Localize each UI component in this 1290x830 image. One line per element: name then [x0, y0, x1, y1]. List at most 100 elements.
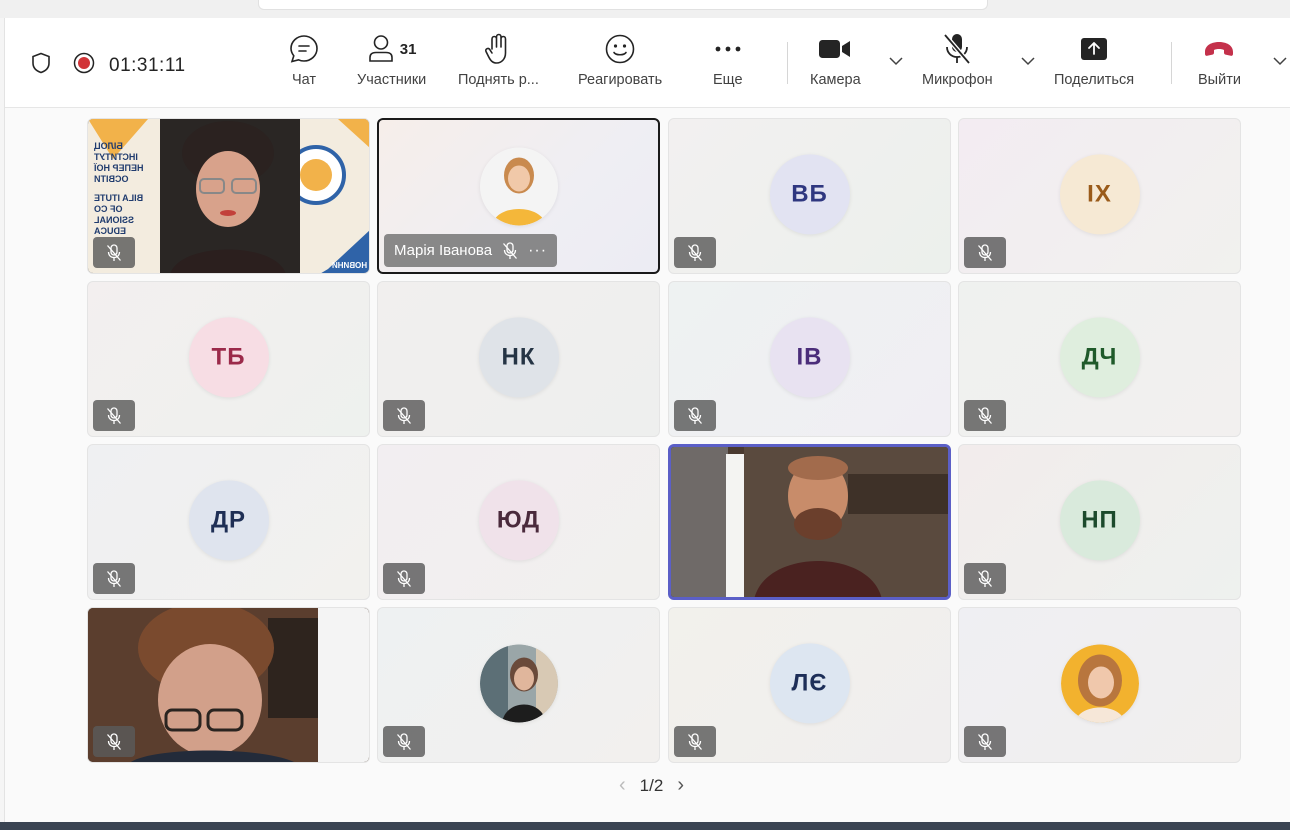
microphone-off-icon: [107, 569, 121, 587]
participant-name: Марія Іванова: [394, 242, 493, 259]
muted-indicator: [383, 400, 425, 431]
muted-indicator: [383, 726, 425, 757]
microphone-off-icon: [943, 33, 972, 65]
banner-text-left: БІЛОЦ ІНСТИТУТ НЕПЕР НОЇ ОСВІТИ BILA ITU…: [94, 141, 164, 237]
participant-avatar-initials: ВБ: [769, 154, 850, 235]
participant-avatar-initials: ЛЄ: [769, 643, 850, 724]
muted-indicator: [674, 726, 716, 757]
muted-indicator: [383, 563, 425, 594]
participant-avatar-initials: НП: [1059, 480, 1140, 561]
more-options-icon[interactable]: ···: [528, 242, 547, 260]
react-button[interactable]: Реагировать: [578, 32, 662, 88]
microphone-button[interactable]: Микрофон: [922, 32, 993, 88]
share-button[interactable]: Поделиться: [1054, 32, 1134, 88]
microphone-off-icon: [107, 243, 121, 261]
emoji-icon: [605, 34, 635, 64]
participant-avatar-initials: ДР: [188, 480, 269, 561]
banner-line-5: EDUCA: [94, 226, 127, 236]
participant-avatar-photo: [479, 644, 558, 723]
muted-indicator: [93, 400, 135, 431]
microphone-off-icon: [397, 406, 411, 424]
chevron-left-icon[interactable]: ‹: [619, 774, 626, 797]
more-button[interactable]: Еще: [713, 32, 743, 88]
camera-button[interactable]: Камера: [810, 32, 861, 88]
participant-avatar-initials: ТБ: [188, 317, 269, 398]
meeting-timer: 01:31:11: [109, 54, 186, 76]
camera-options-chevron-icon[interactable]: [889, 56, 903, 66]
chat-button[interactable]: Чат: [288, 32, 320, 88]
shield-icon[interactable]: [31, 52, 51, 79]
camera-icon: [819, 40, 851, 58]
meeting-toolbar: 01:31:11 Чат 31 Участники Поднять р... Р…: [5, 18, 1290, 108]
leave-label: Выйти: [1198, 72, 1241, 88]
video-tile-9[interactable]: ДР: [87, 444, 370, 600]
chevron-right-icon[interactable]: ›: [677, 774, 684, 797]
video-tile-3[interactable]: ВБ: [668, 118, 951, 274]
microphone-off-icon: [978, 732, 992, 750]
page-indicator: 1/2: [639, 775, 664, 795]
participant-name-bar: Марія Іванова ···: [384, 234, 558, 267]
video-tile-6[interactable]: НК: [377, 281, 660, 437]
hang-up-icon: [1205, 42, 1234, 56]
react-label: Реагировать: [578, 72, 663, 88]
video-tile-5[interactable]: ТБ: [87, 281, 370, 437]
video-tile-11[interactable]: [668, 444, 951, 600]
raise-hand-button[interactable]: Поднять р...: [458, 32, 539, 88]
meeting-window: 01:31:11 Чат 31 Участники Поднять р... Р…: [4, 18, 1290, 824]
video-tile-12[interactable]: НП: [958, 444, 1241, 600]
video-tile-1[interactable]: БІЛОЦ ІНСТИТУТ НЕПЕР НОЇ ОСВІТИ BILA ITU…: [87, 118, 370, 274]
video-tile-16[interactable]: [958, 607, 1241, 763]
video-tile-13[interactable]: [87, 607, 370, 763]
muted-indicator: [964, 237, 1006, 268]
participant-avatar-photo: [1060, 644, 1139, 723]
muted-indicator: [964, 400, 1006, 431]
participant-video: [671, 447, 948, 597]
microphone-off-icon: [688, 243, 702, 261]
banner-line-2: НЕПЕР НОЇ ОСВІТИ: [94, 163, 144, 184]
leave-button[interactable]: Выйти: [1198, 32, 1241, 88]
desktop-background-strip: [0, 822, 1290, 830]
top-fragment: [258, 0, 988, 10]
banner-tag: НОВИНИ: [331, 261, 367, 270]
video-tile-14[interactable]: [377, 607, 660, 763]
participant-avatar-initials: ДЧ: [1059, 317, 1140, 398]
microphone-off-icon: [107, 406, 121, 424]
toolbar-separator-2: [1171, 42, 1172, 84]
microphone-off-icon: [107, 732, 121, 750]
microphone-off-icon: [978, 569, 992, 587]
muted-indicator: [674, 237, 716, 268]
meeting-status: 01:31:11: [31, 52, 186, 79]
participant-avatar-initials: ІХ: [1059, 154, 1140, 235]
banner-line-3: BILA ITUTE: [94, 193, 144, 203]
chat-icon: [290, 35, 318, 63]
video-tile-8[interactable]: ДЧ: [958, 281, 1241, 437]
participant-avatar-initials: ІВ: [769, 317, 850, 398]
banner-line-4: OF CO SSIONAL: [94, 204, 135, 225]
recording-icon[interactable]: [73, 52, 95, 79]
muted-indicator: [93, 563, 135, 594]
video-tile-15[interactable]: ЛЄ: [668, 607, 951, 763]
people-icon: [368, 35, 393, 62]
participants-count: 31: [399, 40, 417, 58]
more-label: Еще: [713, 72, 743, 88]
muted-indicator: [964, 726, 1006, 757]
microphone-off-icon: [688, 732, 702, 750]
participants-label: Участники: [357, 72, 427, 88]
microphone-off-icon: [503, 241, 518, 259]
video-grid: БІЛОЦ ІНСТИТУТ НЕПЕР НОЇ ОСВІТИ BILA ITU…: [5, 108, 1290, 824]
participant-avatar-initials: НК: [478, 317, 559, 398]
video-tile-7[interactable]: ІВ: [668, 281, 951, 437]
video-tile-2[interactable]: Марія Іванова ···: [377, 118, 660, 274]
microphone-off-icon: [397, 569, 411, 587]
hand-icon: [485, 33, 507, 64]
muted-indicator: [964, 563, 1006, 594]
microphone-options-chevron-icon[interactable]: [1021, 56, 1035, 66]
video-tile-10[interactable]: ЮД: [377, 444, 660, 600]
muted-indicator: [93, 726, 135, 757]
microphone-off-icon: [688, 406, 702, 424]
video-tile-4[interactable]: ІХ: [958, 118, 1241, 274]
participants-button[interactable]: 31 Участники: [357, 32, 426, 88]
leave-options-chevron-icon[interactable]: [1273, 56, 1287, 66]
more-icon: [715, 46, 741, 52]
top-strip: [0, 0, 1290, 18]
